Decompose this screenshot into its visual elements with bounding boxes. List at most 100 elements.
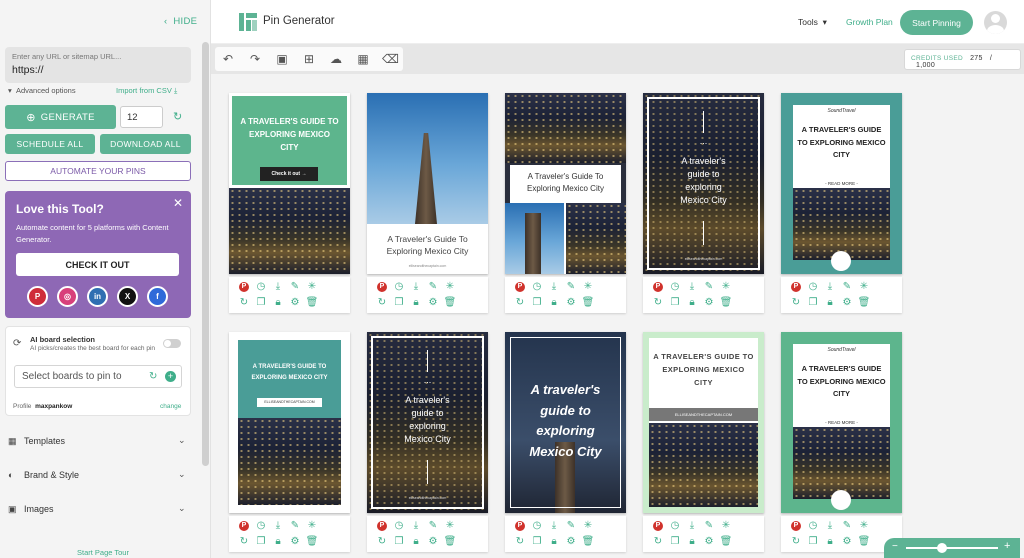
trash-icon[interactable]: 🗑︎ xyxy=(443,296,457,310)
copy-icon[interactable]: ❐ xyxy=(668,535,682,549)
download-icon[interactable]: ⤓ xyxy=(547,280,561,294)
lock-icon[interactable]: 🔒︎ xyxy=(271,296,285,310)
edit-icon[interactable]: ✎ xyxy=(426,519,440,533)
pin-card[interactable]: A traveler's guide to exploring Mexico C… xyxy=(505,332,626,513)
settings-icon[interactable]: ⚙ xyxy=(288,296,302,310)
settings-icon[interactable]: ⚙ xyxy=(702,296,716,310)
settings-icon[interactable]: ⚙ xyxy=(564,535,578,549)
edit-icon[interactable]: ✎ xyxy=(288,519,302,533)
trash-icon[interactable]: 🗑︎ xyxy=(719,535,733,549)
download-icon[interactable]: ⤓ xyxy=(409,519,423,533)
advanced-options-toggle[interactable]: ▾ Advanced options xyxy=(8,86,76,95)
close-icon[interactable]: ✕ xyxy=(173,196,183,210)
sparkle-icon[interactable]: ✳ xyxy=(857,519,871,533)
pin-count-input[interactable]: 12 xyxy=(120,106,163,128)
url-input[interactable]: Enter any URL or sitemap URL... https:// xyxy=(5,47,191,83)
settings-icon[interactable]: ⚙ xyxy=(288,535,302,549)
copy-icon[interactable]: ❐ xyxy=(392,535,406,549)
refresh-icon[interactable]: ↻ xyxy=(375,535,389,549)
refresh-boards-icon[interactable]: ↻ xyxy=(149,371,157,382)
calendar-icon[interactable]: ▦ xyxy=(355,51,371,67)
linkedin-icon[interactable]: in xyxy=(87,286,108,307)
copy-icon[interactable]: ❐ xyxy=(392,296,406,310)
clock-icon[interactable]: ◷ xyxy=(806,280,820,294)
settings-icon[interactable]: ⚙ xyxy=(702,535,716,549)
edit-icon[interactable]: ✎ xyxy=(702,280,716,294)
hide-sidebar-button[interactable]: ‹ HIDE xyxy=(164,16,197,27)
copy-icon[interactable]: ❐ xyxy=(806,535,820,549)
sparkle-icon[interactable]: ✳ xyxy=(857,280,871,294)
automate-pins-button[interactable]: AUTOMATE YOUR PINS xyxy=(5,161,191,181)
download-icon[interactable]: ⤓ xyxy=(409,280,423,294)
trash-icon[interactable]: 🗑︎ xyxy=(581,535,595,549)
refresh-icon[interactable]: ↻ xyxy=(789,296,803,310)
clock-icon[interactable]: ◷ xyxy=(254,519,268,533)
refresh-icon[interactable]: ↻ xyxy=(651,535,665,549)
download-icon[interactable]: ⤓ xyxy=(823,519,837,533)
pinterest-icon[interactable]: P xyxy=(27,286,48,307)
import-csv-link[interactable]: Import from CSV ⤓ xyxy=(116,86,177,96)
copy-icon[interactable]: ❐ xyxy=(668,296,682,310)
pinterest-icon[interactable]: P xyxy=(791,521,801,531)
download-icon[interactable]: ⤓ xyxy=(823,280,837,294)
download-all-button[interactable]: DOWNLOAD ALL xyxy=(100,134,191,154)
trash-icon[interactable]: 🗑︎ xyxy=(581,296,595,310)
clock-icon[interactable]: ◷ xyxy=(668,280,682,294)
pinterest-icon[interactable]: P xyxy=(791,282,801,292)
lock-icon[interactable]: 🔒︎ xyxy=(409,296,423,310)
refresh-icon[interactable]: ↻ xyxy=(513,535,527,549)
copy-icon[interactable]: ❐ xyxy=(530,296,544,310)
redo-icon[interactable]: ↷ xyxy=(247,51,263,67)
sparkle-icon[interactable]: ✳ xyxy=(581,280,595,294)
clock-icon[interactable]: ◷ xyxy=(668,519,682,533)
lock-icon[interactable]: 🔒︎ xyxy=(685,535,699,549)
refresh-icon[interactable]: ↻ xyxy=(173,110,182,123)
trash-icon[interactable]: 🗑︎ xyxy=(857,296,871,310)
sparkle-icon[interactable]: ✳ xyxy=(305,519,319,533)
brand-style-section[interactable]: ◐ Brand & Style ⌄ xyxy=(0,461,200,491)
clock-icon[interactable]: ◷ xyxy=(254,280,268,294)
pinterest-icon[interactable]: P xyxy=(515,521,525,531)
sparkle-icon[interactable]: ✳ xyxy=(719,280,733,294)
pin-card[interactable]: A TRAVELER'S GUIDE TO EXPLORING MEXICO C… xyxy=(229,93,350,274)
pinterest-icon[interactable]: P xyxy=(377,282,387,292)
lock-icon[interactable]: 🔒︎ xyxy=(685,296,699,310)
trash-icon[interactable]: 🗑︎ xyxy=(719,296,733,310)
settings-icon[interactable]: ⚙ xyxy=(426,535,440,549)
settings-icon[interactable]: ⚙ xyxy=(426,296,440,310)
undo-icon[interactable]: ↶ xyxy=(220,51,236,67)
edit-icon[interactable]: ✎ xyxy=(288,280,302,294)
refresh-icon[interactable]: ↻ xyxy=(789,535,803,549)
facebook-icon[interactable]: f xyxy=(147,286,168,307)
copy-icon[interactable]: ❐ xyxy=(530,535,544,549)
schedule-all-button[interactable]: SCHEDULE ALL xyxy=(5,134,95,154)
pin-card[interactable]: ... A traveler's guide to exploring Mexi… xyxy=(367,332,488,513)
x-icon[interactable]: X xyxy=(117,286,138,307)
clock-icon[interactable]: ◷ xyxy=(392,280,406,294)
start-pinning-button[interactable]: Start Pinning xyxy=(900,10,973,35)
sparkle-icon[interactable]: ✳ xyxy=(443,519,457,533)
clock-icon[interactable]: ◷ xyxy=(530,280,544,294)
templates-section[interactable]: ▦ Templates ⌄ xyxy=(0,427,200,457)
generate-button[interactable]: ⊕ GENERATE xyxy=(5,105,116,129)
pinterest-icon[interactable]: P xyxy=(239,282,249,292)
zoom-in-icon[interactable]: + xyxy=(1004,540,1010,552)
download-icon[interactable]: ⤓ xyxy=(685,280,699,294)
refresh-icon[interactable]: ↻ xyxy=(513,296,527,310)
tools-menu[interactable]: Tools ▾ xyxy=(798,17,827,28)
clock-icon[interactable]: ◷ xyxy=(530,519,544,533)
edit-icon[interactable]: ✎ xyxy=(426,280,440,294)
refresh-icon[interactable]: ↻ xyxy=(237,296,251,310)
lock-icon[interactable]: 🔒︎ xyxy=(547,535,561,549)
refresh-icon[interactable]: ↻ xyxy=(375,296,389,310)
clock-icon[interactable]: ◷ xyxy=(392,519,406,533)
pin-card[interactable]: A Traveler's Guide To Exploring Mexico C… xyxy=(505,93,626,274)
download-icon[interactable]: ⤓ xyxy=(547,519,561,533)
lock-icon[interactable]: 🔒︎ xyxy=(271,535,285,549)
images-section[interactable]: ▣ Images ⌄ xyxy=(0,495,200,525)
pin-card[interactable]: ... A traveler's guide to exploring Mexi… xyxy=(643,93,764,274)
refresh-icon[interactable]: ↻ xyxy=(651,296,665,310)
zoom-slider-handle[interactable] xyxy=(937,543,947,553)
edit-icon[interactable]: ✎ xyxy=(840,280,854,294)
settings-icon[interactable]: ⚙ xyxy=(840,296,854,310)
